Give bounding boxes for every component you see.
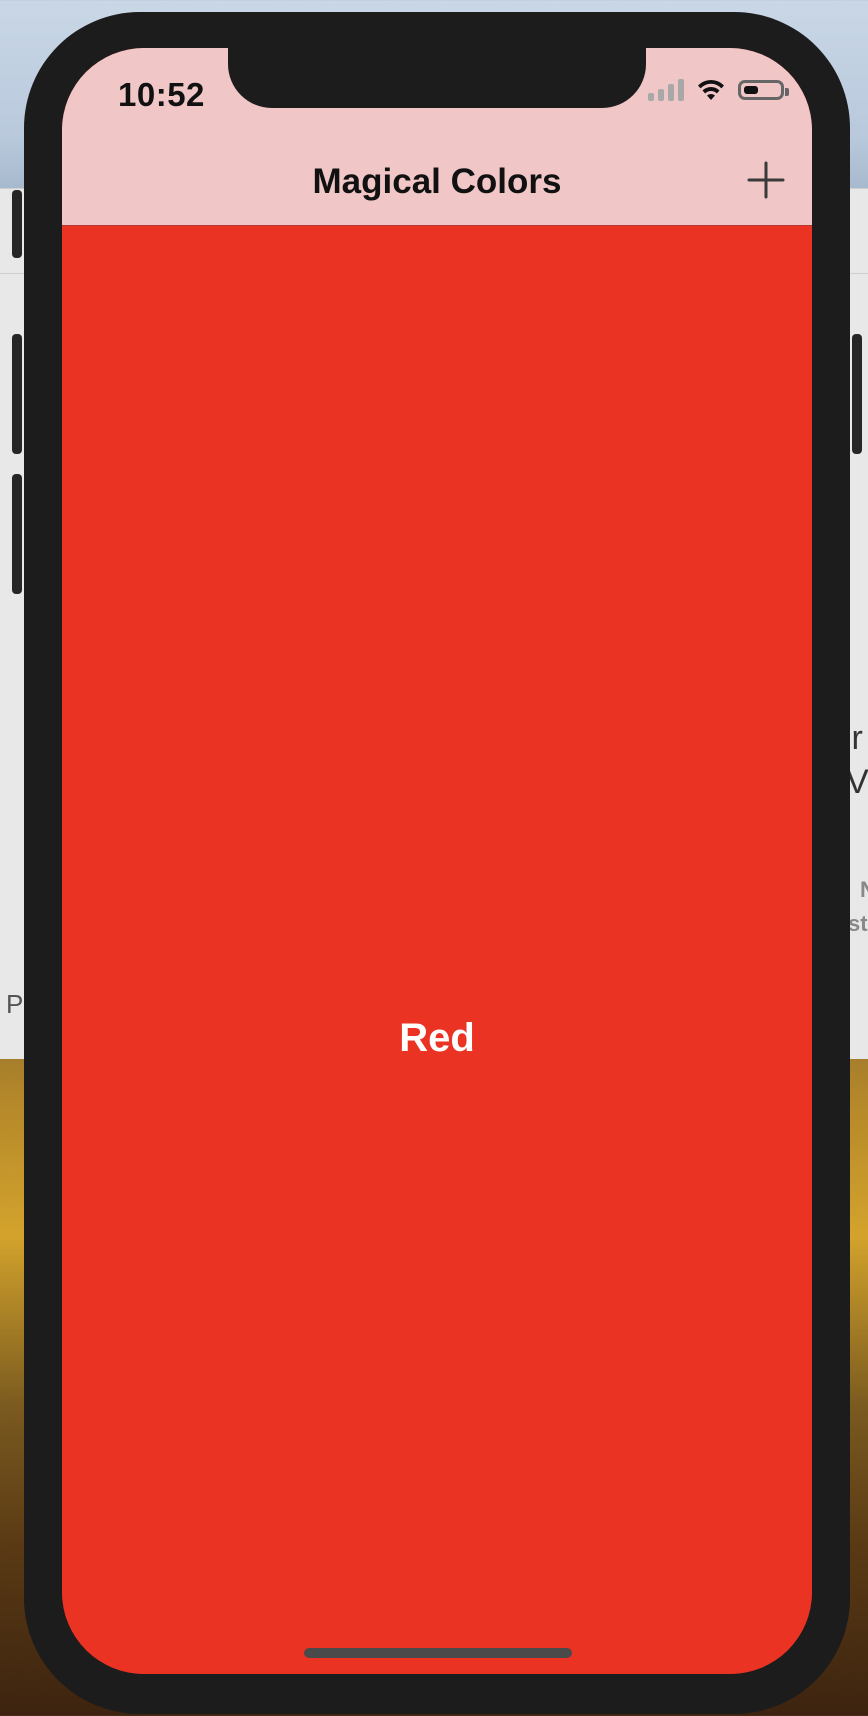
wifi-icon: [698, 79, 724, 100]
color-name-label: Red: [399, 1016, 475, 1060]
mute-switch: [12, 190, 22, 258]
home-indicator[interactable]: [304, 1648, 572, 1658]
phone-screen: Red 10:52 Magical Colors: [62, 48, 812, 1674]
plus-icon: [747, 161, 785, 199]
page-title: Magical Colors: [312, 162, 562, 201]
background-text: st: [848, 911, 868, 936]
battery-fill: [744, 86, 758, 94]
power-button: [852, 334, 862, 454]
status-icons: [648, 78, 789, 102]
background-text: P: [6, 989, 24, 1019]
background-text: N: [860, 877, 868, 902]
volume-down-button: [12, 474, 22, 594]
color-panel[interactable]: Red: [62, 226, 812, 1674]
cellular-signal-icon: [648, 79, 684, 101]
volume-up-button: [12, 334, 22, 454]
status-time: 10:52: [118, 76, 205, 113]
device-notch: [228, 48, 646, 108]
battery-icon: [738, 80, 789, 100]
battery-nub: [785, 88, 789, 96]
add-button[interactable]: [746, 160, 786, 200]
